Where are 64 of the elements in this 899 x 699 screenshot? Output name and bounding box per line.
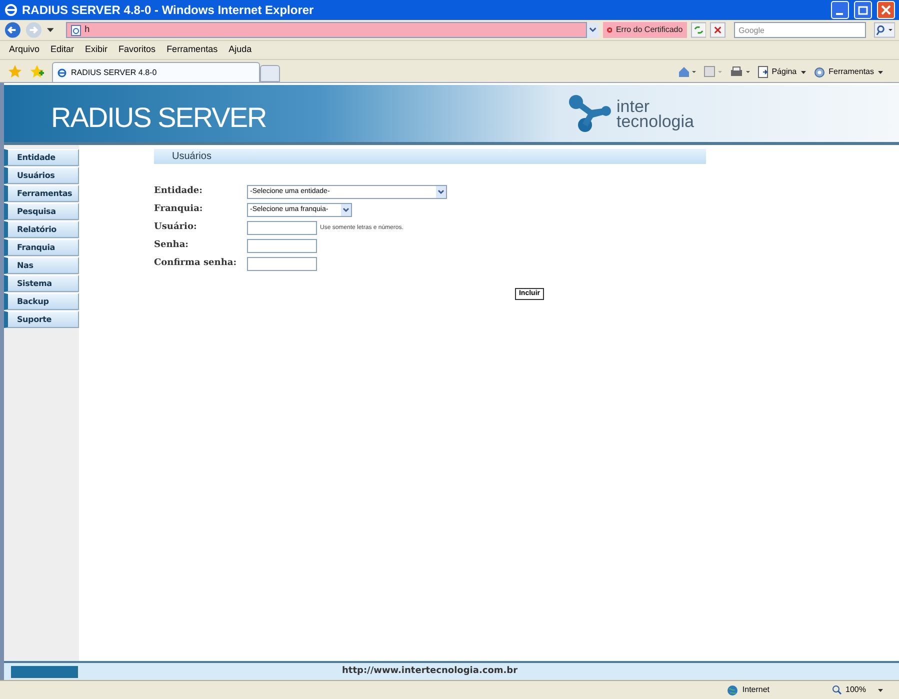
nav-item[interactable]: Usuários [4, 167, 79, 184]
address-text: h [84, 23, 90, 36]
stop-button[interactable] [710, 22, 726, 38]
field-label: Usuário: [154, 221, 198, 234]
back-button[interactable] [4, 21, 22, 39]
caret-icon [800, 70, 806, 74]
nav-item[interactable]: Pesquisa [4, 203, 79, 220]
field-label: Entidade: [154, 185, 204, 198]
refresh-button[interactable] [690, 22, 706, 38]
footer-block [11, 666, 78, 678]
section-title: Usuários [154, 149, 706, 164]
command-button[interactable]: Ferramentas [814, 66, 883, 78]
caret-icon [878, 70, 883, 74]
nav-item[interactable]: Franquia [4, 239, 79, 256]
zoom-button[interactable]: 100% [832, 684, 883, 696]
input-field[interactable] [247, 239, 317, 253]
footer-link[interactable]: http://www.intertecnologia.com.br [342, 664, 518, 678]
field-label: Franquia: [154, 203, 204, 216]
search-field[interactable]: Google [734, 22, 866, 38]
minimize-button[interactable] [831, 1, 849, 19]
menu-item[interactable]: Exibir [85, 43, 108, 57]
menu-item[interactable]: Editar [50, 43, 74, 57]
status-zone: Internet [727, 684, 770, 696]
menu-item[interactable]: Ferramentas [166, 43, 218, 57]
nav-item[interactable]: Nas [4, 257, 79, 274]
certificate-error-button[interactable]: Erro do Certificado [602, 22, 687, 38]
address-field[interactable]: h [66, 22, 588, 38]
caret-icon[interactable] [46, 28, 54, 32]
menu-item[interactable]: Ajuda [228, 43, 252, 57]
globe-icon [727, 684, 738, 696]
field-label: Senha: [154, 239, 190, 252]
nav-item[interactable]: Entidade [4, 149, 79, 166]
logo-text: tecnologia [616, 114, 694, 128]
dropdown-button[interactable] [587, 22, 599, 38]
new-tab-button[interactable] [260, 65, 280, 82]
field-label: Confirma senha: [154, 257, 238, 270]
browser-tab[interactable]: RADIUS SERVER 4.8-0 [52, 62, 260, 82]
page-icon [70, 24, 81, 36]
zoom-icon [832, 685, 842, 695]
window-title: RADIUS SERVER 4.8-0 - Windows Internet Explorer [22, 2, 315, 19]
banner-title: RADIUS SERVER [51, 100, 266, 134]
nav-item[interactable]: Relatório [4, 221, 79, 238]
add-favorite-icon[interactable] [30, 64, 44, 78]
nav-item[interactable]: Ferramentas [4, 185, 79, 202]
input-field[interactable] [247, 221, 317, 235]
home-icon[interactable] [678, 66, 696, 78]
page-icon [758, 66, 768, 78]
caret-icon [878, 688, 883, 692]
command-button[interactable]: Página [758, 66, 806, 78]
menu-item[interactable]: Favoritos [118, 43, 156, 57]
search-button[interactable] [874, 22, 896, 38]
nav-item[interactable]: Sistema [4, 275, 79, 292]
nav-item[interactable]: Backup [4, 293, 79, 310]
printer-icon[interactable] [730, 66, 750, 78]
nav-item[interactable]: Suporte [4, 311, 79, 328]
ie-icon [4, 3, 18, 17]
close-button[interactable] [877, 1, 895, 19]
ie-icon [57, 68, 67, 78]
menu-item[interactable]: Arquivo [9, 43, 40, 57]
logo-icon [566, 94, 612, 132]
input-field[interactable] [247, 257, 317, 271]
logo-text: inter [616, 98, 650, 114]
star-icon[interactable] [8, 64, 22, 78]
restore-button[interactable] [854, 1, 872, 19]
